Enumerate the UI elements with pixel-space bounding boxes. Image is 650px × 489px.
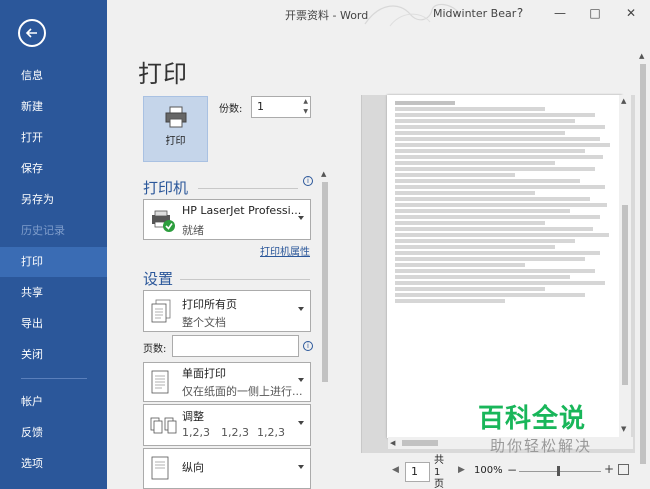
scroll-down-icon[interactable]: ▼ — [621, 425, 626, 433]
duplex-select[interactable]: 单面打印 仅在纸面的一侧上进行... — [143, 362, 311, 402]
nav-divider — [21, 378, 87, 379]
printer-icon — [165, 106, 187, 128]
scroll-up-icon[interactable]: ▲ — [321, 170, 326, 178]
prev-page-icon[interactable]: ◀ — [392, 465, 399, 475]
nav-export[interactable]: 导出 — [0, 309, 107, 339]
collate-icon — [150, 417, 177, 434]
preview-page — [387, 95, 622, 438]
nav-print[interactable]: 打印 — [0, 247, 107, 277]
nav-new[interactable]: 新建 — [0, 92, 107, 122]
page-total: 共 1 页 — [434, 455, 444, 489]
preview-footer: ◀ 1 共 1 页 ▶ 100% − + — [361, 455, 650, 489]
nav-history: 历史记录 — [21, 224, 65, 237]
settings-divider — [180, 279, 310, 280]
print-button-label: 打印 — [165, 136, 186, 147]
pages-label: 页数: — [143, 344, 167, 355]
nav-account[interactable]: 帐户 — [0, 387, 107, 417]
preview-hscroll-thumb[interactable] — [402, 440, 438, 446]
chevron-down-icon — [298, 378, 304, 382]
collate-main: 调整 — [182, 410, 204, 423]
copies-label: 份数: — [219, 104, 243, 115]
nav-save[interactable]: 保存 — [0, 154, 107, 184]
zoom-slider-track[interactable] — [519, 471, 601, 472]
chevron-down-icon — [298, 464, 304, 469]
nav-options[interactable]: 选项 — [0, 449, 107, 479]
copies-input[interactable]: 1 ▲ ▼ — [251, 96, 311, 118]
settings-scrollbar[interactable]: ▲ — [320, 170, 330, 488]
window-title: 开票资料 - Word — [285, 9, 369, 22]
portrait-icon — [151, 456, 169, 480]
preview-scrollbar[interactable]: ▲ ▼ — [619, 95, 631, 437]
printer-divider — [198, 188, 298, 189]
collate-sub-1: 1,2,3 — [182, 426, 210, 439]
print-button[interactable]: 打印 — [143, 96, 208, 162]
collate-select[interactable]: 调整 1,2,3 1,2,3 1,2,3 — [143, 404, 311, 446]
scroll-up-icon[interactable]: ▲ — [639, 52, 644, 60]
printer-heading: 打印机 — [143, 179, 189, 197]
restore-button[interactable]: □ — [584, 3, 606, 23]
window-scroll-thumb[interactable] — [640, 64, 646, 464]
printer-properties-link[interactable]: 打印机属性 — [260, 243, 310, 258]
settings-heading: 设置 — [143, 270, 174, 288]
close-button[interactable]: ✕ — [620, 3, 642, 23]
zoom-to-page-icon[interactable] — [618, 464, 629, 475]
scroll-left-icon[interactable]: ◀ — [390, 439, 395, 447]
preview-scroll-thumb[interactable] — [622, 205, 628, 385]
pages-input[interactable] — [172, 335, 299, 357]
zoom-slider-knob[interactable] — [557, 466, 560, 476]
nav-close[interactable]: 关闭 — [0, 340, 107, 370]
print-scope-main: 打印所有页 — [182, 298, 237, 311]
collate-sub-2: 1,2,3 — [221, 426, 249, 439]
copies-down-icon[interactable]: ▼ — [303, 108, 308, 115]
info-icon[interactable]: i — [303, 176, 313, 186]
copies-up-icon[interactable]: ▲ — [303, 98, 308, 105]
printer-status-icon — [152, 210, 175, 232]
page-title: 打印 — [138, 60, 188, 88]
watermark: 百科全说 助你轻松解决 — [470, 398, 610, 458]
nav-info[interactable]: 信息 — [0, 61, 107, 91]
print-scope-sub: 整个文档 — [182, 316, 226, 329]
scroll-up-icon[interactable]: ▲ — [621, 97, 626, 105]
nav-save-as[interactable]: 另存为 — [0, 185, 107, 215]
duplex-sub: 仅在纸面的一侧上进行... — [182, 385, 303, 398]
collate-sub-3: 1,2,3 — [257, 426, 285, 439]
window-scrollbar[interactable]: ▲ — [637, 50, 648, 488]
minimize-button[interactable]: — — [549, 3, 571, 23]
next-page-icon[interactable]: ▶ — [458, 465, 465, 475]
print-scope-select[interactable]: 打印所有页 整个文档 — [143, 290, 311, 332]
watermark-slogan: 助你轻松解决 — [490, 437, 593, 455]
zoom-out-button[interactable]: − — [507, 463, 517, 477]
zoom-level[interactable]: 100% — [474, 465, 503, 476]
settings-scroll-thumb[interactable] — [322, 182, 328, 382]
help-button[interactable]: ? — [509, 3, 531, 23]
back-button[interactable] — [18, 19, 46, 47]
zoom-in-button[interactable]: + — [604, 462, 614, 476]
pages-icon — [151, 299, 171, 323]
user-name[interactable]: Midwinter Bear — [433, 7, 516, 20]
page-number-input[interactable]: 1 — [405, 462, 430, 482]
chevron-down-icon — [298, 421, 304, 425]
printer-name: HP LaserJet Professi... — [182, 204, 302, 217]
single-sided-icon — [151, 370, 169, 394]
page-total-count: 1 — [434, 467, 441, 478]
nav-open[interactable]: 打开 — [0, 123, 107, 153]
printer-select[interactable]: HP LaserJet Professi... 就绪 — [143, 199, 311, 240]
page-total-word-2: 页 — [434, 479, 444, 489]
info-icon[interactable]: i — [303, 341, 313, 351]
copies-value: 1 — [257, 100, 264, 113]
orientation-select[interactable]: 纵向 — [143, 448, 311, 489]
back-arrow-icon — [25, 28, 37, 38]
title-bar: 开票资料 - Word Midwinter Bear ? — □ ✕ — [107, 0, 650, 28]
chevron-down-icon — [298, 307, 304, 311]
printer-status: 就绪 — [182, 224, 204, 237]
nav-feedback[interactable]: 反馈 — [0, 418, 107, 448]
duplex-main: 单面打印 — [182, 367, 226, 380]
page-total-word-1: 共 — [434, 455, 444, 466]
backstage-nav: 信息 新建 打开 保存 另存为 历史记录 打印 共享 导出 关闭 帐户 反馈 选… — [0, 0, 107, 489]
watermark-logo-text: 百科全说 — [478, 404, 587, 434]
orientation-main: 纵向 — [182, 461, 204, 474]
chevron-down-icon — [298, 215, 304, 220]
nav-share[interactable]: 共享 — [0, 278, 107, 308]
